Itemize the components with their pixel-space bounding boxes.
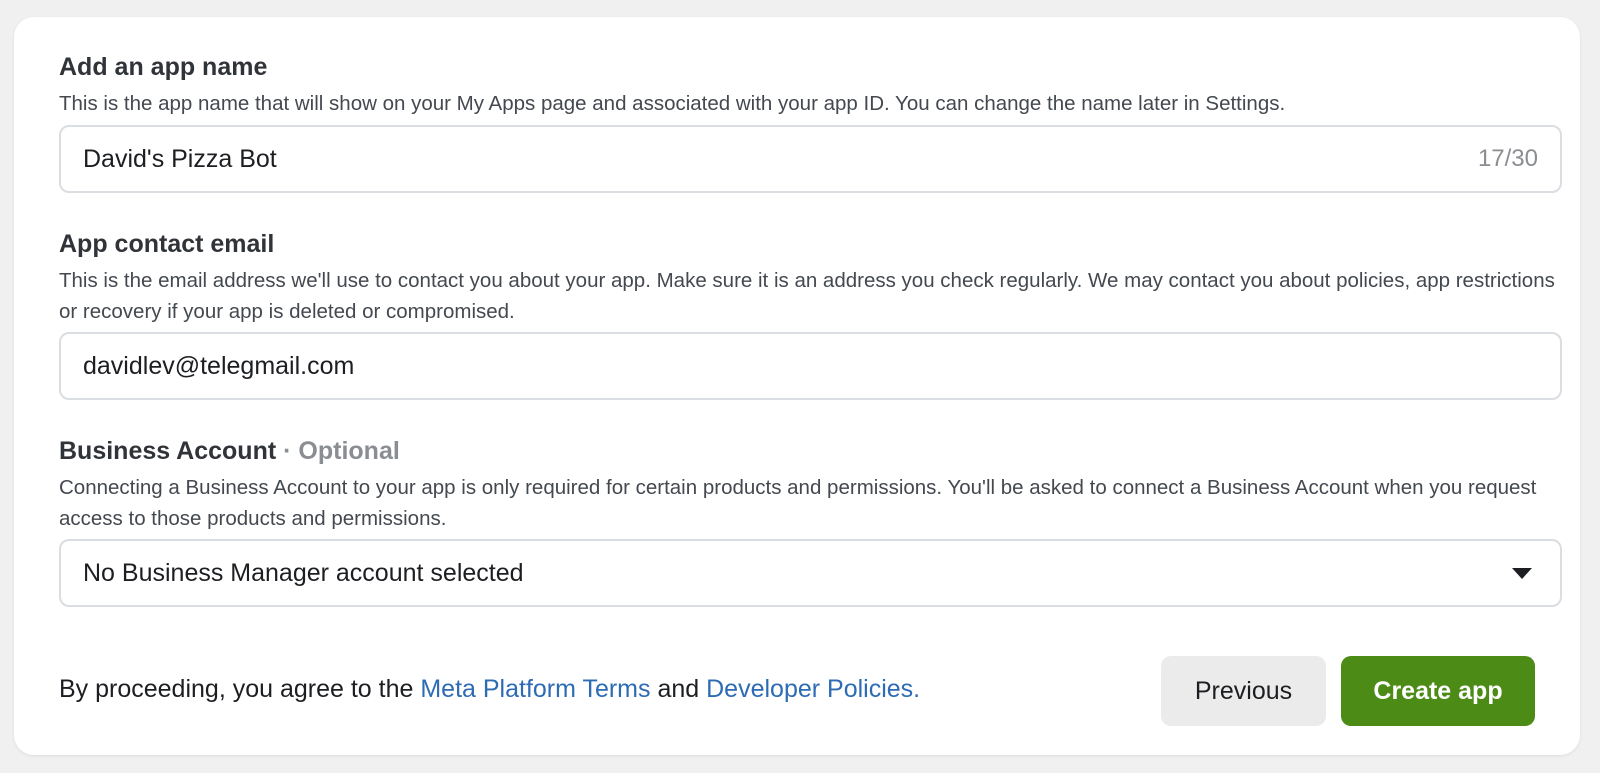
contact-email-section: App contact email This is the email addr… [59, 229, 1562, 327]
business-account-dropdown[interactable]: No Business Manager account selected [59, 539, 1562, 607]
business-account-label: Business Account · Optional [59, 436, 1562, 466]
app-name-help: This is the app name that will show on y… [59, 92, 1286, 115]
contact-email-field[interactable] [59, 332, 1562, 400]
terms-prefix: By proceeding, you agree to the [59, 675, 421, 703]
contact-email-help: This is the email address we'll use to c… [59, 269, 1555, 323]
contact-email-input[interactable] [83, 351, 1538, 381]
terms-conjunction: and [650, 675, 707, 703]
developer-policies-link[interactable]: Developer Policies. [706, 675, 920, 703]
business-account-selected: No Business Manager account selected [83, 558, 524, 587]
business-account-title: Business Account [59, 437, 277, 465]
create-app-button[interactable]: Create app [1341, 656, 1535, 726]
terms-notice: By proceeding, you agree to the Meta Pla… [59, 673, 920, 705]
app-name-section: Add an app name This is the app name tha… [59, 52, 1562, 119]
app-name-field[interactable]: 17/30 [59, 125, 1562, 193]
business-account-help: Connecting a Business Account to your ap… [59, 476, 1537, 530]
app-name-input[interactable] [83, 144, 1478, 174]
previous-button[interactable]: Previous [1161, 656, 1326, 726]
contact-email-label: App contact email [59, 230, 275, 258]
app-name-char-counter: 17/30 [1477, 145, 1538, 172]
create-app-card: Add an app name This is the app name tha… [14, 17, 1580, 755]
meta-platform-terms-link[interactable]: Meta Platform Terms [420, 675, 650, 703]
optional-tag: · Optional [283, 437, 400, 465]
business-account-section: Business Account · Optional Connecting a… [59, 436, 1562, 534]
caret-down-icon [1512, 567, 1532, 579]
app-name-label: Add an app name [59, 53, 268, 81]
